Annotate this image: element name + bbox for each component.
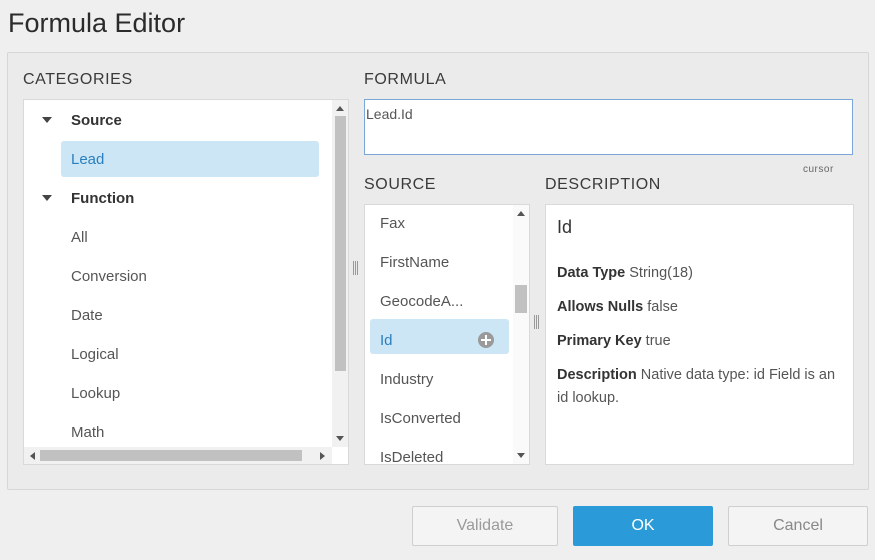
cursor-hint: cursor (803, 164, 834, 172)
field-key: Primary Key (557, 333, 642, 349)
field-value: true (645, 333, 671, 349)
tree-item-label: Lead (71, 150, 105, 168)
scroll-right-icon[interactable] (320, 452, 325, 460)
categories-tree[interactable]: Source Lead Function All Conversion Date… (23, 99, 349, 465)
source-item-isconverted[interactable]: IsConverted (365, 400, 513, 439)
scroll-up-icon[interactable] (336, 106, 344, 111)
tree-item-logical[interactable]: Logical (24, 336, 324, 372)
source-item-id[interactable]: Id (365, 322, 513, 361)
scroll-left-icon[interactable] (30, 452, 35, 460)
tree-item-label: Date (71, 306, 103, 324)
source-list[interactable]: Fax FirstName GeocodeA... Id Industry Is… (364, 204, 530, 465)
caret-down-icon[interactable] (42, 195, 52, 201)
scroll-down-icon[interactable] (336, 436, 344, 441)
categories-horizontal-scrollbar[interactable] (24, 447, 332, 464)
dialog-title: Formula Editor (8, 8, 186, 38)
tree-item-label: Conversion (71, 267, 147, 285)
caret-down-icon[interactable] (42, 117, 52, 123)
tree-item-lookup[interactable]: Lookup (24, 375, 324, 411)
tree-group-source[interactable]: Source (24, 102, 324, 138)
description-allows-nulls: Allows Nulls false (557, 296, 847, 319)
source-item-label: GeocodeA... (380, 293, 464, 310)
source-item-label: Industry (380, 371, 434, 388)
description-label: DESCRIPTION (545, 176, 661, 193)
splitter-handle-icon[interactable] (534, 315, 539, 329)
plus-circle-icon[interactable] (478, 332, 494, 348)
scroll-thumb[interactable] (40, 450, 302, 461)
tree-item-conversion[interactable]: Conversion (24, 258, 324, 294)
field-key: Description (557, 367, 637, 383)
scroll-down-icon[interactable] (517, 453, 525, 458)
source-item-label: Fax (380, 215, 406, 232)
tree-item-label: All (71, 228, 88, 246)
formula-input[interactable]: Lead.Id (364, 99, 853, 155)
scroll-up-icon[interactable] (517, 211, 525, 216)
source-label: SOURCE (364, 176, 437, 193)
field-value: String(18) (629, 265, 693, 281)
tree-group-label: Source (71, 111, 122, 129)
source-item-label: FirstName (380, 254, 450, 271)
description-panel: Id Data Type String(18) Allows Nulls fal… (545, 204, 854, 465)
tree-item-lead[interactable]: Lead (24, 141, 324, 177)
tree-group-label: Function (71, 189, 135, 207)
source-item-isdeleted[interactable]: IsDeleted (365, 439, 513, 465)
source-item-label: IsConverted (380, 410, 461, 427)
tree-group-function[interactable]: Function (24, 180, 324, 216)
splitter-handle-icon[interactable] (353, 261, 358, 275)
categories-label: CATEGORIES (23, 71, 133, 88)
source-item-fax[interactable]: Fax (365, 205, 513, 244)
source-vertical-scrollbar[interactable] (513, 205, 529, 464)
scroll-thumb[interactable] (515, 285, 527, 313)
tree-item-all[interactable]: All (24, 219, 324, 255)
tree-item-label: Lookup (71, 384, 121, 402)
description-data-type: Data Type String(18) (557, 262, 847, 285)
source-item-label: IsDeleted (380, 449, 444, 465)
scroll-thumb[interactable] (335, 116, 346, 371)
tree-item-math[interactable]: Math (24, 414, 324, 450)
description-title: Id (557, 217, 573, 237)
tree-item-date[interactable]: Date (24, 297, 324, 333)
formula-label: FORMULA (364, 71, 447, 88)
description-text: Description Native data type: id Field i… (557, 364, 847, 410)
source-item-firstname[interactable]: FirstName (365, 244, 513, 283)
cancel-button[interactable]: Cancel (728, 506, 868, 546)
field-key: Allows Nulls (557, 299, 644, 315)
field-value: false (647, 299, 678, 315)
ok-button[interactable]: OK (573, 506, 713, 546)
tree-item-label: Logical (71, 345, 119, 363)
validate-button[interactable]: Validate (412, 506, 558, 546)
source-item-label: Id (380, 332, 393, 349)
source-item-geocodea[interactable]: GeocodeA... (365, 283, 513, 322)
tree-item-label: Math (71, 423, 105, 441)
field-key: Data Type (557, 265, 626, 281)
description-primary-key: Primary Key true (557, 330, 847, 353)
categories-vertical-scrollbar[interactable] (332, 100, 348, 447)
source-item-industry[interactable]: Industry (365, 361, 513, 400)
